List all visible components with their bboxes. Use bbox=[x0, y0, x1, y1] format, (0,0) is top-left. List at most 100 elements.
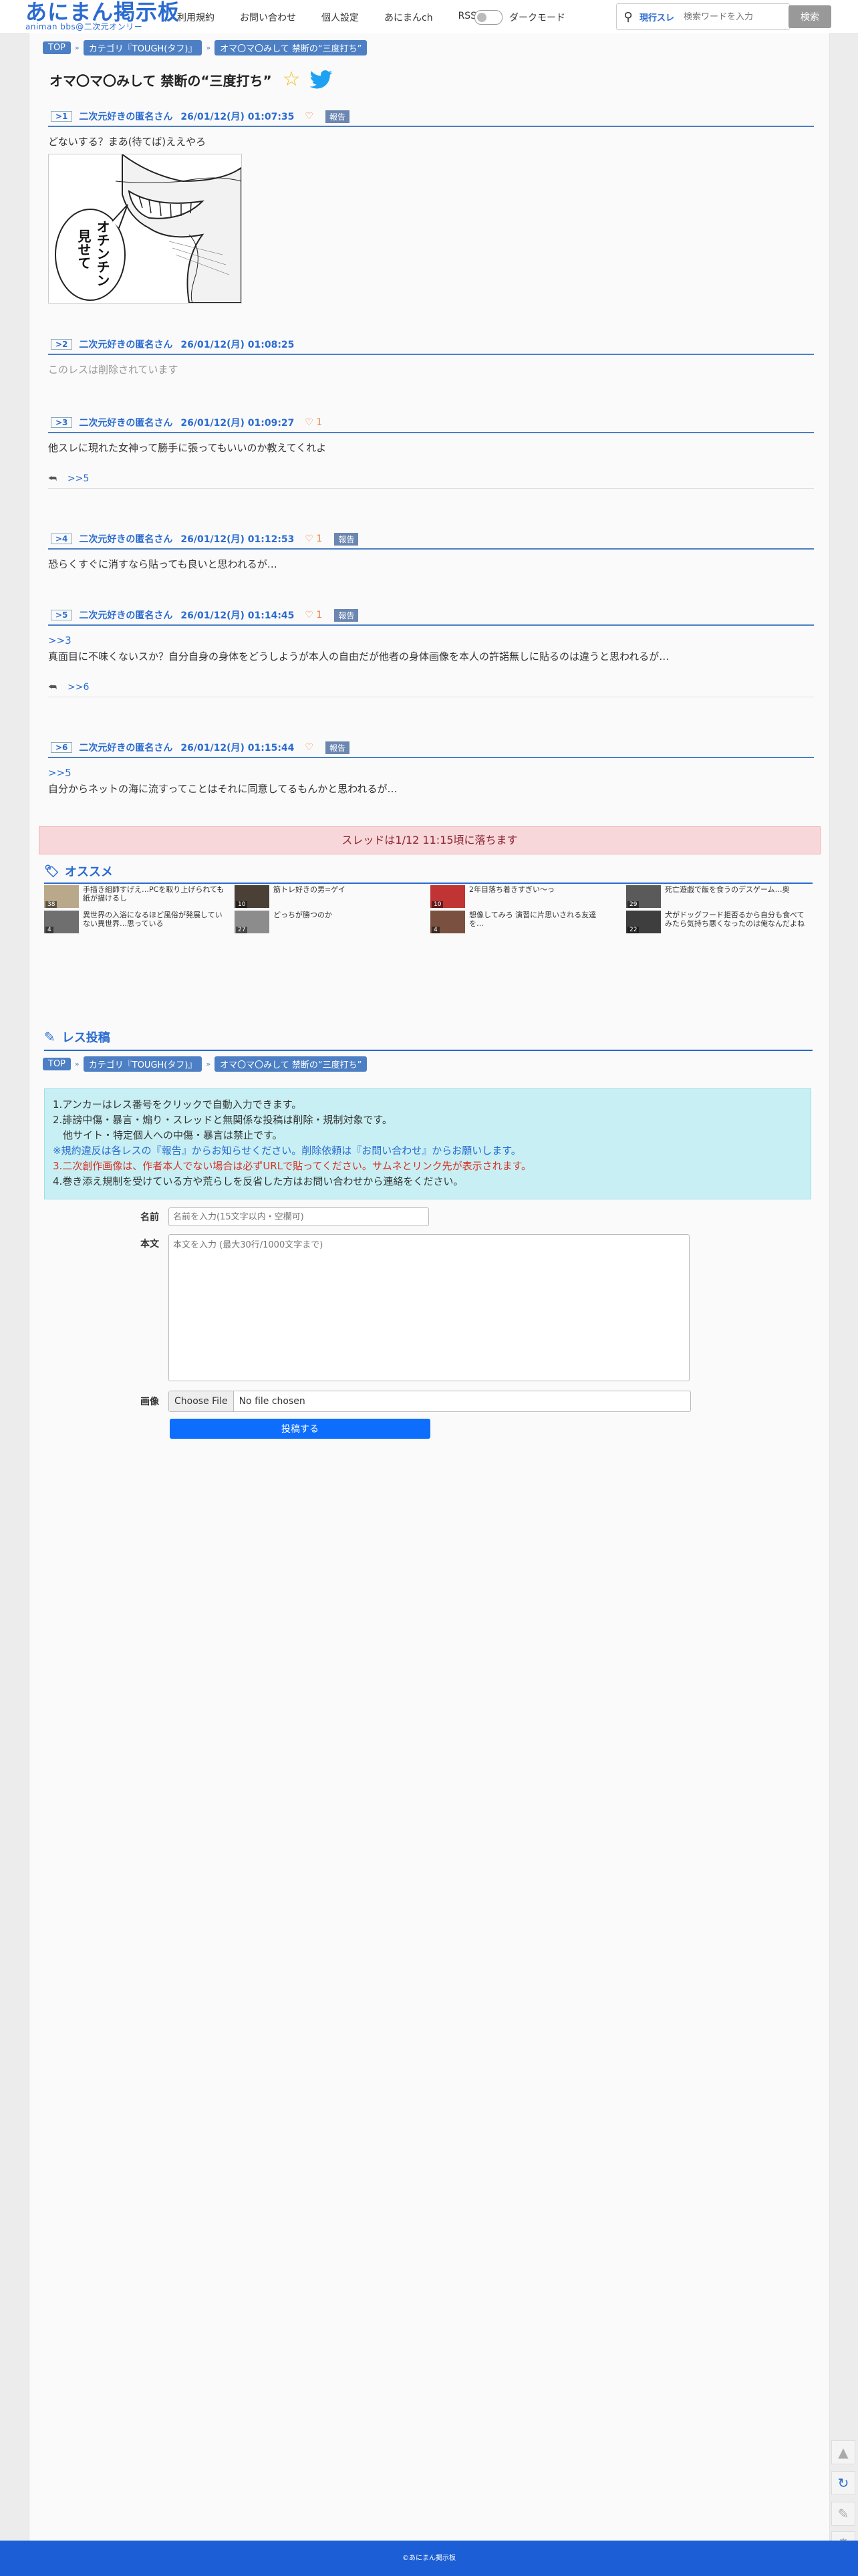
recommend-item[interactable]: 29 死亡遊戯で飯を食うのデスゲーム…奥 bbox=[626, 885, 807, 909]
comment-count: 10 bbox=[432, 901, 444, 908]
search-input[interactable] bbox=[682, 11, 779, 23]
recommend-item[interactable]: 38 手描き組師すげえ…PCを取り上げられても紙が描けるし bbox=[44, 885, 225, 909]
favorite-star-icon[interactable]: ☆ bbox=[283, 70, 301, 90]
recommend-item[interactable]: 10 筋トレ好きの男=ゲイ bbox=[235, 885, 415, 909]
post-number[interactable]: >5 bbox=[51, 610, 73, 620]
breadcrumb-top[interactable]: TOP bbox=[43, 41, 72, 54]
thumbnail: 10 bbox=[235, 885, 269, 908]
breadcrumb-thread[interactable]: オマ〇マ〇みして 禁断の“三度打ち” bbox=[214, 1056, 368, 1072]
post-number[interactable]: >6 bbox=[51, 742, 73, 753]
report-button[interactable]: 報告 bbox=[334, 532, 359, 546]
twitter-icon[interactable] bbox=[309, 70, 333, 89]
recommend-heading: 🏷 オススメ bbox=[44, 862, 813, 884]
recommend-item[interactable]: 4 異世界の入浴になるほど風俗が発展していない異世界…思っている bbox=[44, 911, 225, 935]
post-body: >>5 自分からネットの海に流すってことはそれに同意してるもんかと思われるが… bbox=[48, 758, 814, 797]
post-header: >3 二次元好きの匿名さん 26/01/12(月) 01:09:27 ♡ 1 bbox=[48, 416, 814, 433]
post-body: 恐らくすぐに消すなら貼っても良いと思われるが… bbox=[48, 558, 277, 570]
choose-file-button[interactable]: Choose File bbox=[169, 1391, 234, 1411]
report-button[interactable]: 報告 bbox=[325, 741, 349, 754]
recommend-item[interactable]: 10 2年目落ち着きすぎい〜っ bbox=[430, 885, 611, 909]
footer: ©あにまん掲示板 bbox=[0, 2541, 858, 2576]
pencil-icon: ✎ bbox=[44, 1029, 55, 1045]
edit-icon[interactable]: ✎ bbox=[831, 2502, 855, 2526]
reply-link[interactable]: >>5 bbox=[67, 473, 89, 484]
recommend-text: 2年目落ち着きすぎい〜っ bbox=[469, 885, 555, 894]
like-count: 1 bbox=[316, 534, 323, 544]
name-input[interactable] bbox=[168, 1207, 429, 1226]
post-number[interactable]: >2 bbox=[51, 339, 73, 350]
recommend-item[interactable]: 22 犬がドッグフード拒否るから自分も食べてみたら気持ち悪くなったのは俺なんだよ… bbox=[626, 911, 807, 935]
like-heart-icon[interactable]: ♡ 1 bbox=[305, 417, 322, 428]
post-number[interactable]: >3 bbox=[51, 417, 73, 428]
recommend-text: 想像してみろ 演習に片思いされる友達を… bbox=[469, 911, 597, 928]
like-heart-icon[interactable]: ♡ bbox=[305, 111, 313, 122]
manga-mouth-illustration: オチンチン 見せて bbox=[49, 153, 242, 304]
expire-notice: スレッドは1/12 11:15頃に落ちます bbox=[39, 826, 821, 854]
comment-count: 22 bbox=[627, 927, 639, 933]
poster-name: 二次元好きの匿名さん bbox=[79, 534, 173, 545]
recommend-item[interactable]: 4 想像してみろ 演習に片思いされる友達を… bbox=[430, 911, 611, 935]
anchor-link[interactable]: >>3 bbox=[48, 632, 814, 649]
reply-links: ⮪ >>5 bbox=[48, 473, 814, 489]
breadcrumb-thread[interactable]: オマ〇マ〇みして 禁断の“三度打ち” bbox=[214, 40, 368, 55]
image-file-input[interactable]: Choose File No file chosen bbox=[168, 1391, 691, 1412]
svg-text:オチンチン: オチンチン bbox=[94, 220, 110, 287]
logo-title: あにまん掲示板 bbox=[25, 0, 180, 25]
post-text: 自分からネットの海に流すってことはそれに同意してるもんかと思われるが… bbox=[48, 783, 398, 795]
top-bar: あにまん掲示板 animan bbs@二次元オンリー 利用規約 お問い合わせ 個… bbox=[0, 0, 858, 34]
post-1: >1 二次元好きの匿名さん 26/01/12(月) 01:07:35 ♡ 報告 … bbox=[48, 110, 814, 304]
breadcrumb-top[interactable]: TOP bbox=[43, 1058, 72, 1070]
rule-line: 3.二次創作画像は、作者本人でない場合は必ずURLで貼ってください。サムネとリン… bbox=[53, 1160, 532, 1172]
body-label: 本文 bbox=[140, 1239, 159, 1250]
search-scope[interactable]: 現行スレ bbox=[639, 11, 674, 23]
comment-count: 4 bbox=[45, 927, 53, 933]
post-form-heading: ✎ レス投稿 bbox=[44, 1028, 813, 1051]
post-number[interactable]: >1 bbox=[51, 111, 73, 122]
report-button[interactable]: 報告 bbox=[325, 110, 349, 123]
reply-arrow-icon: ⮪ bbox=[48, 473, 57, 484]
site-logo[interactable]: あにまん掲示板 animan bbs@二次元オンリー bbox=[25, 0, 180, 31]
like-heart-icon[interactable]: ♡ 1 bbox=[305, 610, 322, 620]
post-date: 26/01/12(月) 01:09:27 bbox=[180, 418, 295, 429]
post-date: 26/01/12(月) 01:08:25 bbox=[180, 340, 295, 350]
recommend-item[interactable]: 27 どっちが勝つのか bbox=[235, 911, 415, 935]
rule-line[interactable]: ※規約違反は各レスの『報告』からお知らせください。削除依頼は『お問い合わせ』から… bbox=[53, 1143, 803, 1159]
rule-line: 2.誹謗中傷・暴言・煽り・スレッドと無関係な投稿は削除・規制対象です。 bbox=[53, 1114, 392, 1126]
thread-title: オマ〇マ〇みして 禁断の“三度打ち” bbox=[49, 72, 272, 89]
like-heart-icon[interactable]: ♡ bbox=[305, 742, 313, 753]
dark-mode-toggle[interactable] bbox=[474, 10, 503, 25]
scroll-top-icon[interactable]: ▲ bbox=[831, 2440, 855, 2464]
post-date: 26/01/12(月) 01:14:45 bbox=[180, 610, 295, 621]
breadcrumb-category[interactable]: カテゴリ『TOUGH(タフ)』 bbox=[83, 40, 202, 55]
breadcrumb-category[interactable]: カテゴリ『TOUGH(タフ)』 bbox=[83, 1056, 202, 1072]
post-form-title: レス投稿 bbox=[61, 1031, 110, 1045]
post-4: >4 二次元好きの匿名さん 26/01/12(月) 01:12:53 ♡ 1 報… bbox=[48, 532, 814, 572]
post-body-deleted: このレスは削除されています bbox=[48, 364, 178, 376]
report-button[interactable]: 報告 bbox=[334, 608, 359, 622]
post-date: 26/01/12(月) 01:15:44 bbox=[180, 743, 295, 753]
like-heart-icon[interactable]: ♡ 1 bbox=[305, 534, 322, 544]
nav-settings[interactable]: 個人設定 bbox=[321, 11, 359, 24]
nav-animanch[interactable]: あにまんch bbox=[384, 11, 433, 24]
post-header: >5 二次元好きの匿名さん 26/01/12(月) 01:14:45 ♡ 1 報… bbox=[48, 608, 814, 626]
posting-rules: 1.アンカーはレス番号をクリックで自動入力できます。 2.誹謗中傷・暴言・煽り・… bbox=[44, 1088, 811, 1199]
recommend-text: 犬がドッグフード拒否るから自分も食べてみたら気持ち悪くなったのは俺なんだよね bbox=[665, 911, 805, 928]
thumbnail: 4 bbox=[44, 911, 79, 933]
reload-icon[interactable]: ↻ bbox=[831, 2471, 855, 2495]
post-header: >2 二次元好きの匿名さん 26/01/12(月) 01:08:25 bbox=[48, 338, 814, 355]
post-image[interactable]: オチンチン 見せて bbox=[48, 153, 242, 304]
body-textarea[interactable] bbox=[168, 1234, 690, 1381]
search-button[interactable]: 検索 bbox=[789, 5, 831, 28]
post-body: >>3 真面目に不味くないスか？自分自身の身体をどうしようが本人の自由だが他者の… bbox=[48, 626, 814, 665]
comment-count: 27 bbox=[236, 927, 248, 933]
post-number[interactable]: >4 bbox=[51, 534, 73, 544]
reply-link[interactable]: >>6 bbox=[67, 682, 89, 693]
nav-contact[interactable]: お問い合わせ bbox=[240, 11, 296, 24]
thumbnail: 22 bbox=[626, 911, 661, 933]
nav-terms[interactable]: 利用規約 bbox=[177, 11, 214, 24]
submit-button[interactable]: 投稿する bbox=[170, 1419, 430, 1439]
nav-rss[interactable]: RSS bbox=[458, 11, 477, 24]
anchor-link[interactable]: >>5 bbox=[48, 765, 814, 781]
comment-count: 29 bbox=[627, 901, 639, 908]
breadcrumb: TOP » カテゴリ『TOUGH(タフ)』 » オマ〇マ〇みして 禁断の“三度打… bbox=[43, 40, 371, 55]
